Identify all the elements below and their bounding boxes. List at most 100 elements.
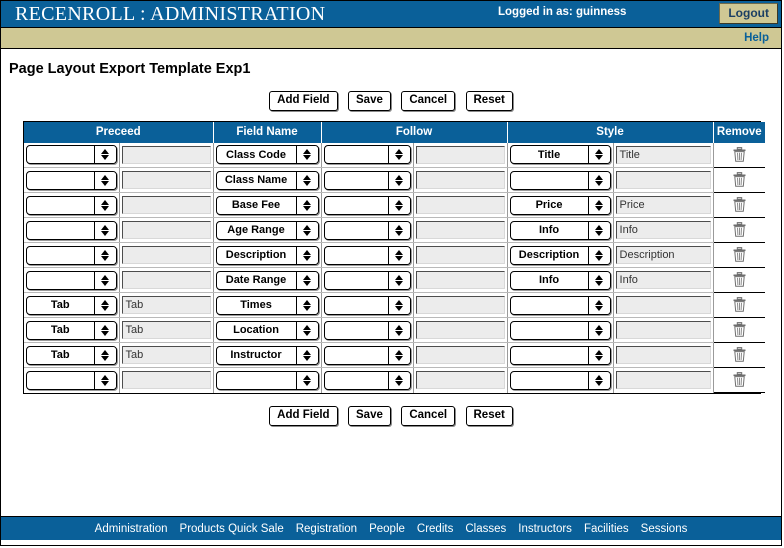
follow-text-3[interactable] (415, 221, 505, 240)
footer-link-people[interactable]: People (369, 523, 405, 535)
preceed-text-9[interactable] (121, 371, 211, 390)
field-name-select-5[interactable]: Date Range (215, 270, 319, 290)
field-name-select-6[interactable]: Times (215, 295, 319, 315)
remove-cell-0[interactable] (713, 142, 766, 169)
style-text-8[interactable] (615, 346, 711, 365)
trash-icon[interactable] (733, 197, 746, 213)
save-button-bottom[interactable]: Save (348, 406, 391, 426)
follow-text-5[interactable] (415, 271, 505, 290)
trash-icon[interactable] (733, 347, 746, 363)
remove-cell-4[interactable] (713, 242, 766, 269)
footer-link-credits[interactable]: Credits (417, 523, 453, 535)
field-name-select-1[interactable]: Class Name (215, 170, 319, 190)
follow-select-7[interactable] (323, 320, 411, 340)
style-text-0[interactable]: Title (615, 145, 711, 164)
field-name-select-9[interactable] (215, 370, 319, 390)
follow-select-6[interactable] (323, 295, 411, 315)
style-text-2[interactable]: Price (615, 196, 711, 215)
footer-link-administration[interactable]: Administration (95, 523, 168, 535)
trash-icon[interactable] (733, 297, 746, 313)
preceed-text-2[interactable] (121, 196, 211, 215)
logout-button[interactable]: Logout (719, 3, 778, 24)
reset-button-top[interactable]: Reset (465, 91, 513, 111)
style-select-2[interactable]: Price (509, 195, 611, 215)
preceed-text-8[interactable]: Tab (121, 346, 211, 365)
style-text-5[interactable]: Info (615, 271, 711, 290)
preceed-text-5[interactable] (121, 271, 211, 290)
remove-cell-1[interactable] (713, 167, 766, 194)
trash-icon[interactable] (733, 147, 746, 162)
remove-cell-5[interactable] (713, 267, 766, 294)
field-name-select-4[interactable]: Description (215, 245, 319, 265)
style-text-1[interactable] (615, 171, 711, 190)
follow-select-1[interactable] (323, 170, 411, 190)
preceed-select-1[interactable] (26, 170, 117, 190)
footer-link-products-quick-sale[interactable]: Products Quick Sale (180, 523, 284, 535)
preceed-text-7[interactable]: Tab (121, 321, 211, 340)
preceed-select-3[interactable] (26, 220, 117, 240)
follow-text-2[interactable] (415, 196, 505, 215)
footer-link-classes[interactable]: Classes (465, 523, 506, 535)
preceed-select-7[interactable]: Tab (26, 320, 117, 340)
remove-cell-7[interactable] (713, 317, 766, 344)
add-field-button-top[interactable]: Add Field (269, 91, 338, 111)
footer-link-instructors[interactable]: Instructors (518, 523, 572, 535)
trash-icon[interactable] (733, 222, 746, 238)
field-name-select-0[interactable]: Class Code (215, 145, 319, 165)
remove-cell-3[interactable] (713, 217, 766, 244)
trash-icon[interactable] (733, 172, 746, 188)
follow-text-1[interactable] (415, 171, 505, 190)
remove-cell-9[interactable] (713, 367, 766, 394)
follow-select-2[interactable] (323, 195, 411, 215)
style-text-3[interactable]: Info (615, 221, 711, 240)
style-select-6[interactable] (509, 295, 611, 315)
follow-text-9[interactable] (415, 371, 505, 390)
preceed-select-4[interactable] (26, 245, 117, 265)
style-select-0[interactable]: Title (509, 145, 611, 165)
footer-link-registration[interactable]: Registration (296, 523, 357, 535)
follow-text-6[interactable] (415, 296, 505, 315)
trash-icon[interactable] (733, 372, 746, 388)
follow-select-5[interactable] (323, 270, 411, 290)
preceed-select-9[interactable] (26, 370, 117, 390)
style-text-6[interactable] (615, 296, 711, 315)
preceed-text-1[interactable] (121, 171, 211, 190)
follow-text-7[interactable] (415, 321, 505, 340)
footer-link-facilities[interactable]: Facilities (584, 523, 629, 535)
preceed-select-8[interactable]: Tab (26, 345, 117, 365)
follow-text-4[interactable] (415, 246, 505, 265)
trash-icon[interactable] (733, 322, 746, 338)
follow-text-0[interactable] (415, 145, 505, 164)
cancel-button-top[interactable]: Cancel (401, 91, 456, 111)
trash-icon[interactable] (733, 272, 746, 288)
style-select-4[interactable]: Description (509, 245, 611, 265)
preceed-text-0[interactable] (121, 145, 211, 164)
preceed-text-3[interactable] (121, 221, 211, 240)
style-select-3[interactable]: Info (509, 220, 611, 240)
remove-cell-6[interactable] (713, 292, 766, 319)
style-select-7[interactable] (509, 320, 611, 340)
style-text-7[interactable] (615, 321, 711, 340)
style-select-8[interactable] (509, 345, 611, 365)
style-select-5[interactable]: Info (509, 270, 611, 290)
field-name-select-8[interactable]: Instructor (215, 345, 319, 365)
remove-cell-2[interactable] (713, 192, 766, 219)
trash-icon[interactable] (733, 247, 746, 263)
follow-select-8[interactable] (323, 345, 411, 365)
footer-link-sessions[interactable]: Sessions (641, 523, 688, 535)
field-name-select-2[interactable]: Base Fee (215, 195, 319, 215)
cancel-button-bottom[interactable]: Cancel (401, 406, 456, 426)
field-name-select-3[interactable]: Age Range (215, 220, 319, 240)
field-name-select-7[interactable]: Location (215, 320, 319, 340)
preceed-text-4[interactable] (121, 246, 211, 265)
follow-select-9[interactable] (323, 370, 411, 390)
follow-text-8[interactable] (415, 346, 505, 365)
follow-select-0[interactable] (323, 145, 411, 165)
reset-button-bottom[interactable]: Reset (465, 406, 513, 426)
preceed-select-0[interactable] (26, 145, 117, 165)
preceed-text-6[interactable]: Tab (121, 296, 211, 315)
add-field-button-bottom[interactable]: Add Field (269, 406, 338, 426)
preceed-select-6[interactable]: Tab (26, 295, 117, 315)
remove-cell-8[interactable] (713, 342, 766, 369)
preceed-select-2[interactable] (26, 195, 117, 215)
